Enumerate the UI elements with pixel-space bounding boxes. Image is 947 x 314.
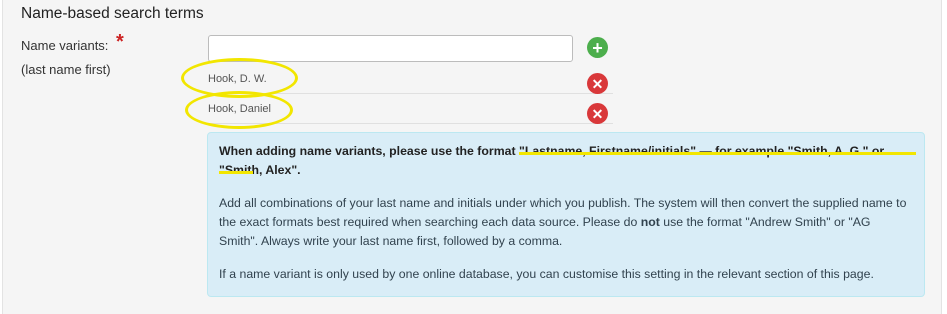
variant-row: Hook, Daniel <box>208 96 613 124</box>
info-format-paragraph: When adding name variants, please use th… <box>219 142 913 180</box>
add-variant-button[interactable]: + <box>587 37 608 58</box>
variant-name: Hook, D. W. <box>208 73 267 85</box>
times-icon: ✕ <box>591 75 604 92</box>
remove-variant-button[interactable]: ✕ <box>587 103 608 124</box>
name-variant-input[interactable] <box>208 35 573 62</box>
info-p2-not: not <box>640 215 660 229</box>
info-format-suffix: . <box>297 163 301 177</box>
required-marker: * <box>116 31 124 53</box>
section-heading: Name-based search terms <box>21 5 204 22</box>
info-combinations-paragraph: Add all combinations of your last name a… <box>219 194 913 251</box>
info-box: When adding name variants, please use th… <box>207 132 925 297</box>
name-variants-hint: (last name first) <box>21 62 111 77</box>
variant-name: Hook, Daniel <box>208 103 271 115</box>
info-database-paragraph: If a name variant is only used by one on… <box>219 267 874 281</box>
plus-icon: + <box>592 37 603 58</box>
times-icon: ✕ <box>591 105 604 122</box>
info-format-prefix: When adding name variants, please use th… <box>219 144 519 158</box>
name-variants-label: Name variants: <box>21 38 109 53</box>
remove-variant-button[interactable]: ✕ <box>587 73 608 94</box>
variant-row: Hook, D. W. <box>208 66 613 94</box>
